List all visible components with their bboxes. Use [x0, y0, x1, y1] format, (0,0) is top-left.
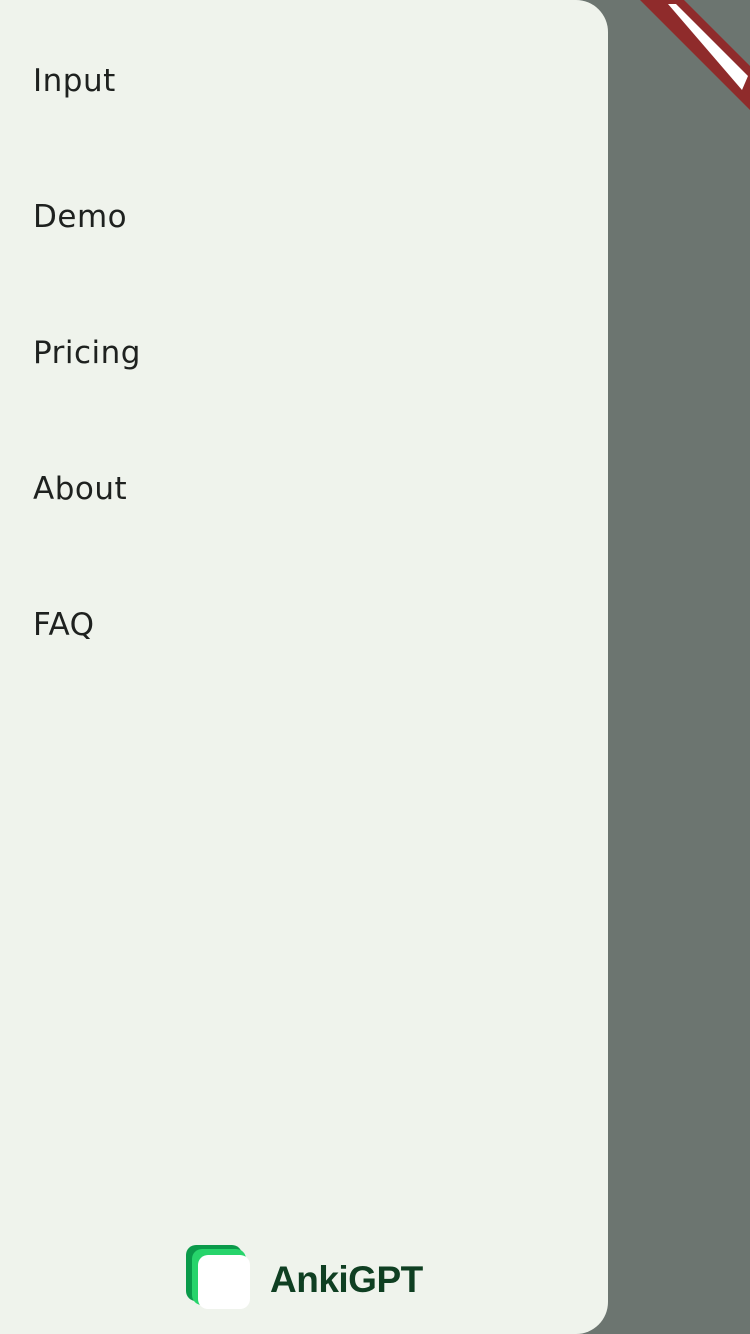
- drawer-item-pricing[interactable]: Pricing: [0, 285, 608, 421]
- navigation-drawer: Input Demo Pricing About FAQ AnkiGPT: [0, 0, 608, 1334]
- drawer-menu: Input Demo Pricing About FAQ: [0, 13, 608, 693]
- drawer-scrim[interactable]: [608, 0, 750, 1334]
- drawer-item-label: FAQ: [33, 607, 95, 643]
- drawer-item-faq[interactable]: FAQ: [0, 557, 608, 693]
- stacked-cards-logo-icon: [186, 1245, 250, 1309]
- drawer-item-label: About: [33, 471, 128, 507]
- debug-banner: [600, 0, 750, 120]
- drawer-item-about[interactable]: About: [0, 421, 608, 557]
- drawer-item-demo[interactable]: Demo: [0, 149, 608, 285]
- brand-name: AnkiGPT: [270, 1258, 423, 1300]
- drawer-item-label: Pricing: [33, 335, 141, 371]
- drawer-item-input[interactable]: Input: [0, 13, 608, 149]
- app-screen: Input Demo Pricing About FAQ AnkiGPT: [0, 0, 750, 1334]
- drawer-item-label: Input: [33, 63, 116, 99]
- brand-footer: AnkiGPT: [186, 1244, 423, 1312]
- drawer-item-label: Demo: [33, 199, 128, 235]
